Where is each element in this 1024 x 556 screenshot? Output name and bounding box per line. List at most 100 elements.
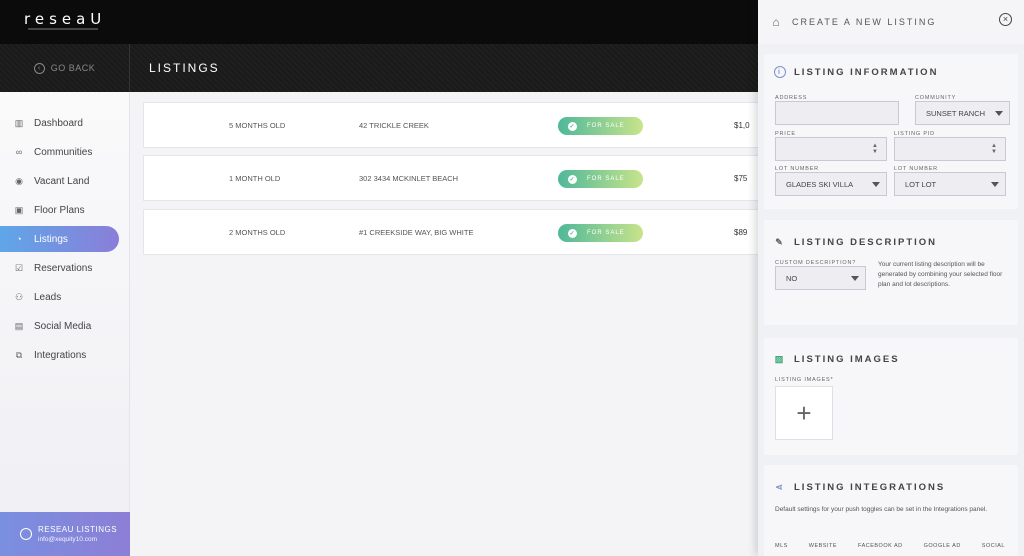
listing-price: $89 [734, 228, 748, 237]
listing-integrations-card: ⋖ LISTING INTEGRATIONS Default settings … [764, 465, 1018, 556]
sidebar-item-label: Communities [34, 146, 93, 158]
listing-address: #1 CREEKSIDE WAY, BIG WHITE [359, 228, 474, 237]
panel-title: CREATE A NEW LISTING [792, 17, 937, 27]
listing-price: $1,0 [734, 121, 750, 130]
integrations-icon: ⧉ [15, 349, 23, 360]
sidebar-item-label: Social Media [34, 320, 92, 332]
pencil-icon: ✎ [775, 236, 785, 247]
social-media-icon: ▤ [14, 320, 24, 331]
close-icon[interactable]: × [999, 13, 1012, 26]
check-icon: ✓ [568, 174, 577, 184]
listing-row[interactable]: 1 MONTH OLD 302 3434 MCKINLET BEACH ✓ FO… [143, 155, 758, 201]
sidebar-item-label: Integrations [34, 349, 87, 361]
logo-tagline-line [28, 28, 98, 30]
go-back-label: GO BACK [50, 63, 96, 73]
status-badge: ✓ FOR SALE [558, 117, 643, 135]
sidebar-item-label: Leads [34, 291, 62, 303]
sidebar-item-floor-plans[interactable]: ▣ Floor Plans [0, 197, 119, 223]
sidebar-item-label: Dashboard [34, 117, 83, 129]
sub-header: ‹ GO BACK LISTINGS [0, 44, 758, 92]
lot-number-value: GLADES SKI VILLA [786, 179, 854, 189]
sidebar-item-leads[interactable]: ⚇ Leads [0, 284, 119, 310]
lot-number-select-2[interactable]: LOT LOT [894, 172, 1006, 196]
address-input[interactable] [775, 101, 899, 125]
sidebar-item-label: Vacant Land [34, 175, 90, 187]
vacant-land-icon: ◉ [15, 175, 23, 186]
sidebar-item-label: Floor Plans [34, 204, 85, 216]
listing-age: 5 MONTHS OLD [229, 121, 286, 130]
leads-icon: ⚇ [14, 291, 24, 302]
go-back-button[interactable]: ‹ GO BACK [0, 44, 130, 92]
status-label: FOR SALE [587, 230, 625, 236]
communities-icon: ∞ [15, 147, 23, 157]
column-google-ad: GOOGLE AD [923, 543, 961, 549]
custom-description-value: NO [786, 273, 798, 283]
sidebar-item-dashboard[interactable]: ▥ Dashboard [0, 110, 119, 136]
account-badge[interactable]: RESEAU LISTINGS info@xequity10.com [0, 512, 130, 556]
sidebar-item-listings[interactable]: ◔ Listings [0, 226, 119, 252]
add-image-button[interactable]: + [775, 386, 833, 440]
home-icon: ⌂ [772, 15, 780, 29]
image-icon: ▨ [774, 353, 786, 364]
sidebar-item-integrations[interactable]: ⧉ Integrations [0, 342, 119, 368]
sidebar-item-label: Listings [34, 233, 68, 245]
app-logo[interactable]: reseaU [24, 10, 106, 28]
reservations-icon: ☑ [14, 262, 24, 273]
listing-description-card: ✎ LISTING DESCRIPTION CUSTOM DESCRIPTION… [764, 220, 1018, 325]
info-icon: i [774, 66, 786, 78]
listing-row[interactable]: 5 MONTHS OLD 42 TRICKLE CREEK ✓ FOR SALE… [143, 102, 758, 148]
chevron-down-icon [991, 182, 999, 187]
top-bar: reseaU [0, 0, 758, 44]
community-value: SUNSET RANCH [926, 108, 986, 118]
account-email: info@xequity10.com [38, 536, 97, 543]
user-avatar-icon [20, 528, 32, 540]
price-input[interactable]: ▲ ▼ [775, 137, 887, 161]
check-icon: ✓ [568, 121, 577, 131]
chevron-down-icon [851, 276, 859, 281]
card-title: i LISTING INFORMATION [774, 66, 938, 78]
section-title: LISTING DESCRIPTION [794, 236, 938, 248]
panel-header: ⌂ CREATE A NEW LISTING × [758, 0, 1024, 44]
stepper-icon[interactable]: ▲ ▼ [872, 143, 878, 155]
description-note: Your current listing description will be… [878, 261, 1003, 288]
listings-icon: ◔ [16, 234, 22, 244]
section-title: LISTING INFORMATION [794, 66, 939, 78]
sidebar-item-communities[interactable]: ∞ Communities [0, 139, 119, 165]
pid-input[interactable]: ▲ ▼ [894, 137, 1006, 161]
column-facebook-ad: FACEBOOK AD [858, 543, 903, 549]
sidebar-item-reservations[interactable]: ☑ Reservations [0, 255, 119, 281]
sidebar-item-social-media[interactable]: ▤ Social Media [0, 313, 119, 339]
column-website: WEBSITE [808, 543, 838, 549]
stepper-icon[interactable]: ▲ ▼ [991, 143, 997, 155]
sidebar-item-label: Reservations [34, 262, 93, 274]
listing-information-card: i LISTING INFORMATION ADDRESS COMMUNITY … [764, 54, 1018, 209]
card-title: ▨ LISTING IMAGES [774, 353, 900, 365]
sidebar: ▥ Dashboard ∞ Communities ◉ Vacant Land … [0, 92, 130, 556]
page-title: LISTINGS [149, 61, 220, 75]
section-title: LISTING INTEGRATIONS [794, 481, 946, 493]
listing-price: $75 [734, 174, 748, 183]
check-icon: ✓ [568, 228, 577, 238]
share-icon: ⋖ [775, 481, 785, 492]
community-select[interactable]: SUNSET RANCH [915, 101, 1010, 125]
custom-description-select[interactable]: NO [775, 266, 866, 290]
create-listing-panel: ⌂ CREATE A NEW LISTING × i LISTING INFOR… [758, 0, 1024, 556]
lot-number-select[interactable]: GLADES SKI VILLA [775, 172, 887, 196]
column-social: SOCIAL [981, 543, 1005, 549]
chevron-down-icon [995, 111, 1003, 116]
listing-row[interactable]: 2 MONTHS OLD #1 CREEKSIDE WAY, BIG WHITE… [143, 209, 758, 255]
status-badge: ✓ FOR SALE [558, 224, 643, 242]
card-title: ✎ LISTING DESCRIPTION [774, 236, 937, 248]
chevron-down-icon [872, 182, 880, 187]
listing-address: 42 TRICKLE CREEK [359, 121, 429, 130]
card-title: ⋖ LISTING INTEGRATIONS [774, 481, 945, 493]
account-name: RESEAU LISTINGS [38, 525, 118, 534]
back-arrow-icon: ‹ [33, 62, 45, 74]
status-badge: ✓ FOR SALE [558, 170, 643, 188]
floor-plans-icon: ▣ [14, 204, 24, 215]
status-label: FOR SALE [587, 123, 625, 129]
status-label: FOR SALE [587, 176, 625, 182]
section-title: LISTING IMAGES [794, 353, 900, 365]
column-mls: MLS [775, 543, 788, 549]
sidebar-item-vacant-land[interactable]: ◉ Vacant Land [0, 168, 119, 194]
